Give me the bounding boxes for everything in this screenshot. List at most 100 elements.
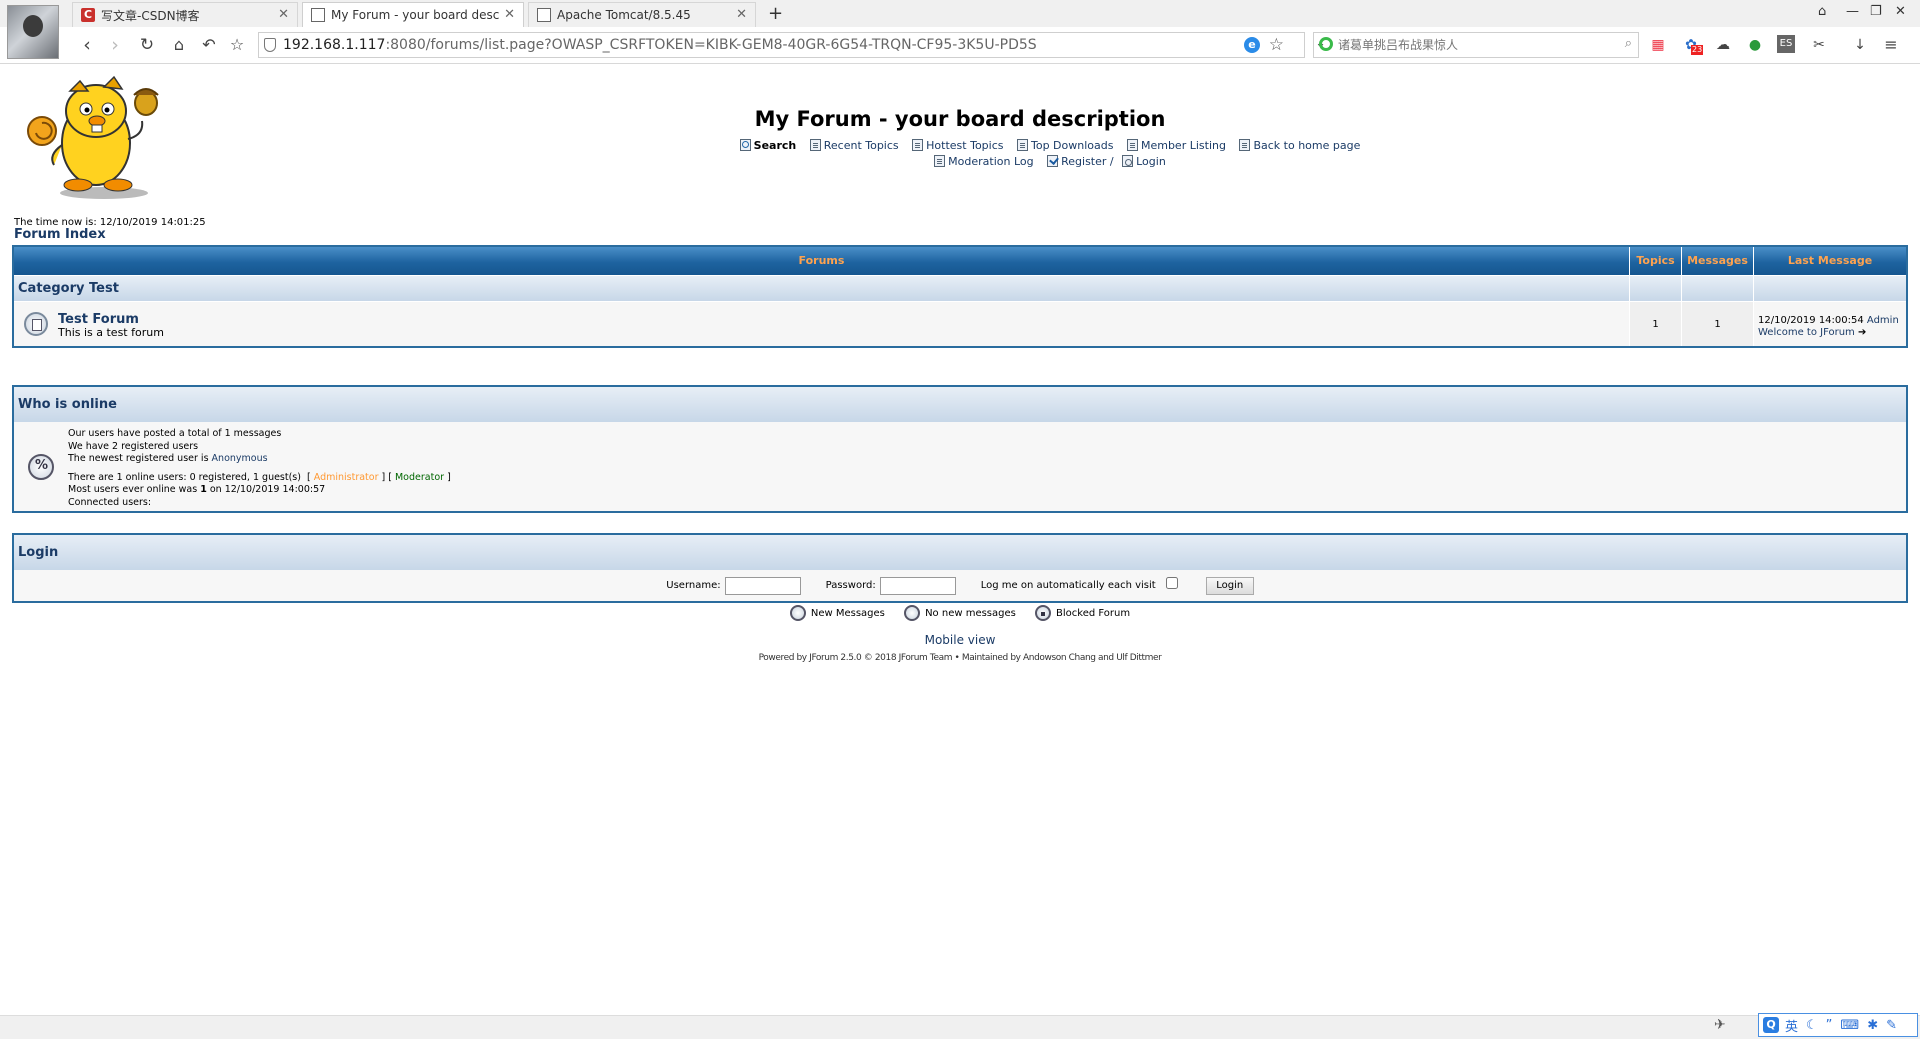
auto-login-checkbox[interactable] (1165, 576, 1178, 589)
login-form: Username: Password: Log me on automatica… (14, 570, 1906, 601)
document-icon (912, 139, 924, 151)
nav-recent-topics[interactable]: Recent Topics (809, 139, 899, 152)
page-title: My Forum - your board description (754, 107, 1166, 131)
nav-top-downloads[interactable]: Top Downloads (1017, 139, 1113, 152)
ie-mode-icon[interactable]: e (1244, 37, 1260, 53)
search-icon (739, 139, 751, 151)
forum-page: My Forum - your board description Search… (0, 65, 1920, 1015)
mobile-view-link[interactable]: Mobile view (925, 633, 996, 647)
new-messages-icon (789, 605, 806, 621)
moon-icon[interactable]: ☾ (1806, 1018, 1818, 1033)
menu-icon[interactable]: ≡ (1881, 35, 1901, 55)
category-name[interactable]: Category Test (14, 276, 1630, 301)
user-avatar[interactable] (7, 5, 59, 59)
nav-hottest-topics[interactable]: Hottest Topics (912, 139, 1004, 152)
forum-topics-count: 1 (1630, 302, 1682, 346)
username-input[interactable] (724, 576, 801, 595)
maximize-button[interactable]: ❐ (1870, 4, 1882, 19)
tab-tomcat[interactable]: Apache Tomcat/8.5.45 ✕ (528, 2, 756, 27)
reload-icon[interactable]: ↻ (136, 33, 158, 57)
document-icon (809, 139, 821, 151)
es-extension-icon[interactable]: ES (1777, 35, 1795, 53)
forums-table: Forums Topics Messages Last Message Cate… (12, 245, 1908, 348)
col-topics: Topics (1630, 247, 1682, 275)
nav-register[interactable]: Register / (1047, 155, 1114, 168)
last-poster-link[interactable]: Admin (1867, 315, 1899, 326)
page-favicon-icon (537, 8, 551, 22)
moderator-legend: Moderator (394, 471, 445, 483)
password-input[interactable] (879, 576, 956, 595)
url-text[interactable]: 192.168.1.117:8080/forums/list.page?OWAS… (283, 37, 1037, 53)
login-title: Login (14, 535, 1906, 570)
tab-my-forum[interactable]: My Forum - your board desc ✕ (302, 2, 524, 27)
col-last-message: Last Message (1787, 254, 1873, 267)
favorite-star-icon[interactable]: ☆ (1269, 35, 1284, 55)
tab-close-icon[interactable]: ✕ (504, 7, 515, 22)
forum-index-link[interactable]: Forum Index (14, 227, 106, 242)
forum-status-legend: New Messages No new messages Blocked For… (0, 605, 1920, 624)
page-favicon-icon (311, 8, 325, 22)
apps-grid-icon[interactable]: ▦ (1648, 35, 1668, 55)
nav-member-listing[interactable]: Member Listing (1126, 139, 1226, 152)
forum-name-link[interactable]: Test Forum (58, 312, 139, 327)
nav-moderation-log[interactable]: Moderation Log (934, 155, 1034, 168)
search-input[interactable] (1338, 36, 1608, 54)
nav-login[interactable]: Login (1122, 155, 1166, 168)
address-bar[interactable]: 192.168.1.117:8080/forums/list.page?OWAS… (258, 32, 1326, 58)
new-tab-button[interactable]: + (768, 3, 783, 24)
bookmark-star-icon[interactable]: ☆ (226, 33, 248, 57)
scissors-icon[interactable]: ✂ (1809, 35, 1829, 55)
download-icon[interactable]: ↓ (1850, 35, 1870, 55)
undo-icon[interactable]: ↶ (198, 33, 220, 57)
online-stats: Our users have posted a total of 1 messa… (68, 428, 451, 508)
forum-messages-count: 1 (1682, 302, 1754, 346)
tab-title: 写文章-CSDN博客 (101, 8, 200, 23)
nav-back-home[interactable]: Back to home page (1239, 139, 1360, 152)
extension-icon[interactable]: ✿23 (1681, 35, 1704, 55)
key-icon (1122, 155, 1134, 167)
globe-icon[interactable]: ● (1745, 35, 1765, 55)
login-button[interactable]: Login (1205, 576, 1254, 595)
newest-user-link[interactable]: Anonymous (212, 453, 268, 464)
password-label: Password: (825, 580, 876, 591)
col-forums: Forums (14, 247, 1630, 275)
document-icon (1239, 139, 1251, 151)
ime-language[interactable]: 英 (1785, 1016, 1798, 1035)
go-to-post-icon[interactable]: ➔ (1858, 327, 1866, 338)
skin-icon[interactable]: ⌂ (1818, 4, 1826, 19)
tab-csdn[interactable]: C 写文章-CSDN博客 ✕ (72, 2, 298, 27)
forums-table-header: Forums Topics Messages Last Message (14, 247, 1906, 275)
nav-search[interactable]: Search (739, 139, 796, 152)
tab-close-icon[interactable]: ✕ (736, 7, 747, 22)
document-icon (1017, 139, 1028, 151)
document-icon (934, 155, 946, 167)
back-icon[interactable]: ‹ (76, 33, 98, 57)
tab-close-icon[interactable]: ✕ (278, 7, 289, 22)
csdn-favicon-icon: C (81, 8, 95, 22)
punctuation-icon[interactable]: ” (1826, 1018, 1833, 1033)
cloud-icon[interactable]: ☁ (1713, 35, 1733, 55)
settings-icon[interactable]: ✱ (1867, 1018, 1878, 1033)
ime-toolbar[interactable]: Q 英 ☾ ” ⌨ ✱ ✎ (1758, 1013, 1918, 1037)
forum-row: Test Forum This is a test forum 1 1 12/1… (14, 301, 1906, 346)
last-topic-link[interactable]: Welcome to JForum (1758, 327, 1855, 338)
search-icon[interactable]: ⌕ (1625, 36, 1632, 51)
auto-login-label: Log me on automatically each visit (980, 580, 1156, 591)
close-window-button[interactable]: ✕ (1895, 4, 1906, 19)
username-label: Username: (666, 580, 721, 591)
document-icon (1126, 139, 1138, 151)
keyboard-icon[interactable]: ⌨ (1840, 1018, 1859, 1033)
checkmark-icon (1047, 155, 1059, 167)
wrench-icon[interactable]: ✎ (1886, 1018, 1897, 1033)
home-icon[interactable]: ⌂ (168, 33, 190, 57)
search-engine-icon (1319, 37, 1333, 51)
login-panel: Login Username: Password: Log me on auto… (12, 533, 1908, 603)
search-box[interactable]: ⌕ (1313, 32, 1639, 58)
forward-icon[interactable]: › (104, 33, 126, 57)
site-info-icon[interactable] (264, 38, 276, 52)
ime-logo-icon: Q (1763, 1017, 1779, 1033)
forum-status-icon (24, 312, 48, 336)
minimize-button[interactable]: — (1846, 4, 1859, 19)
browser-status-bar (0, 1015, 1920, 1039)
pin-icon[interactable]: ✈ (1714, 1017, 1726, 1033)
